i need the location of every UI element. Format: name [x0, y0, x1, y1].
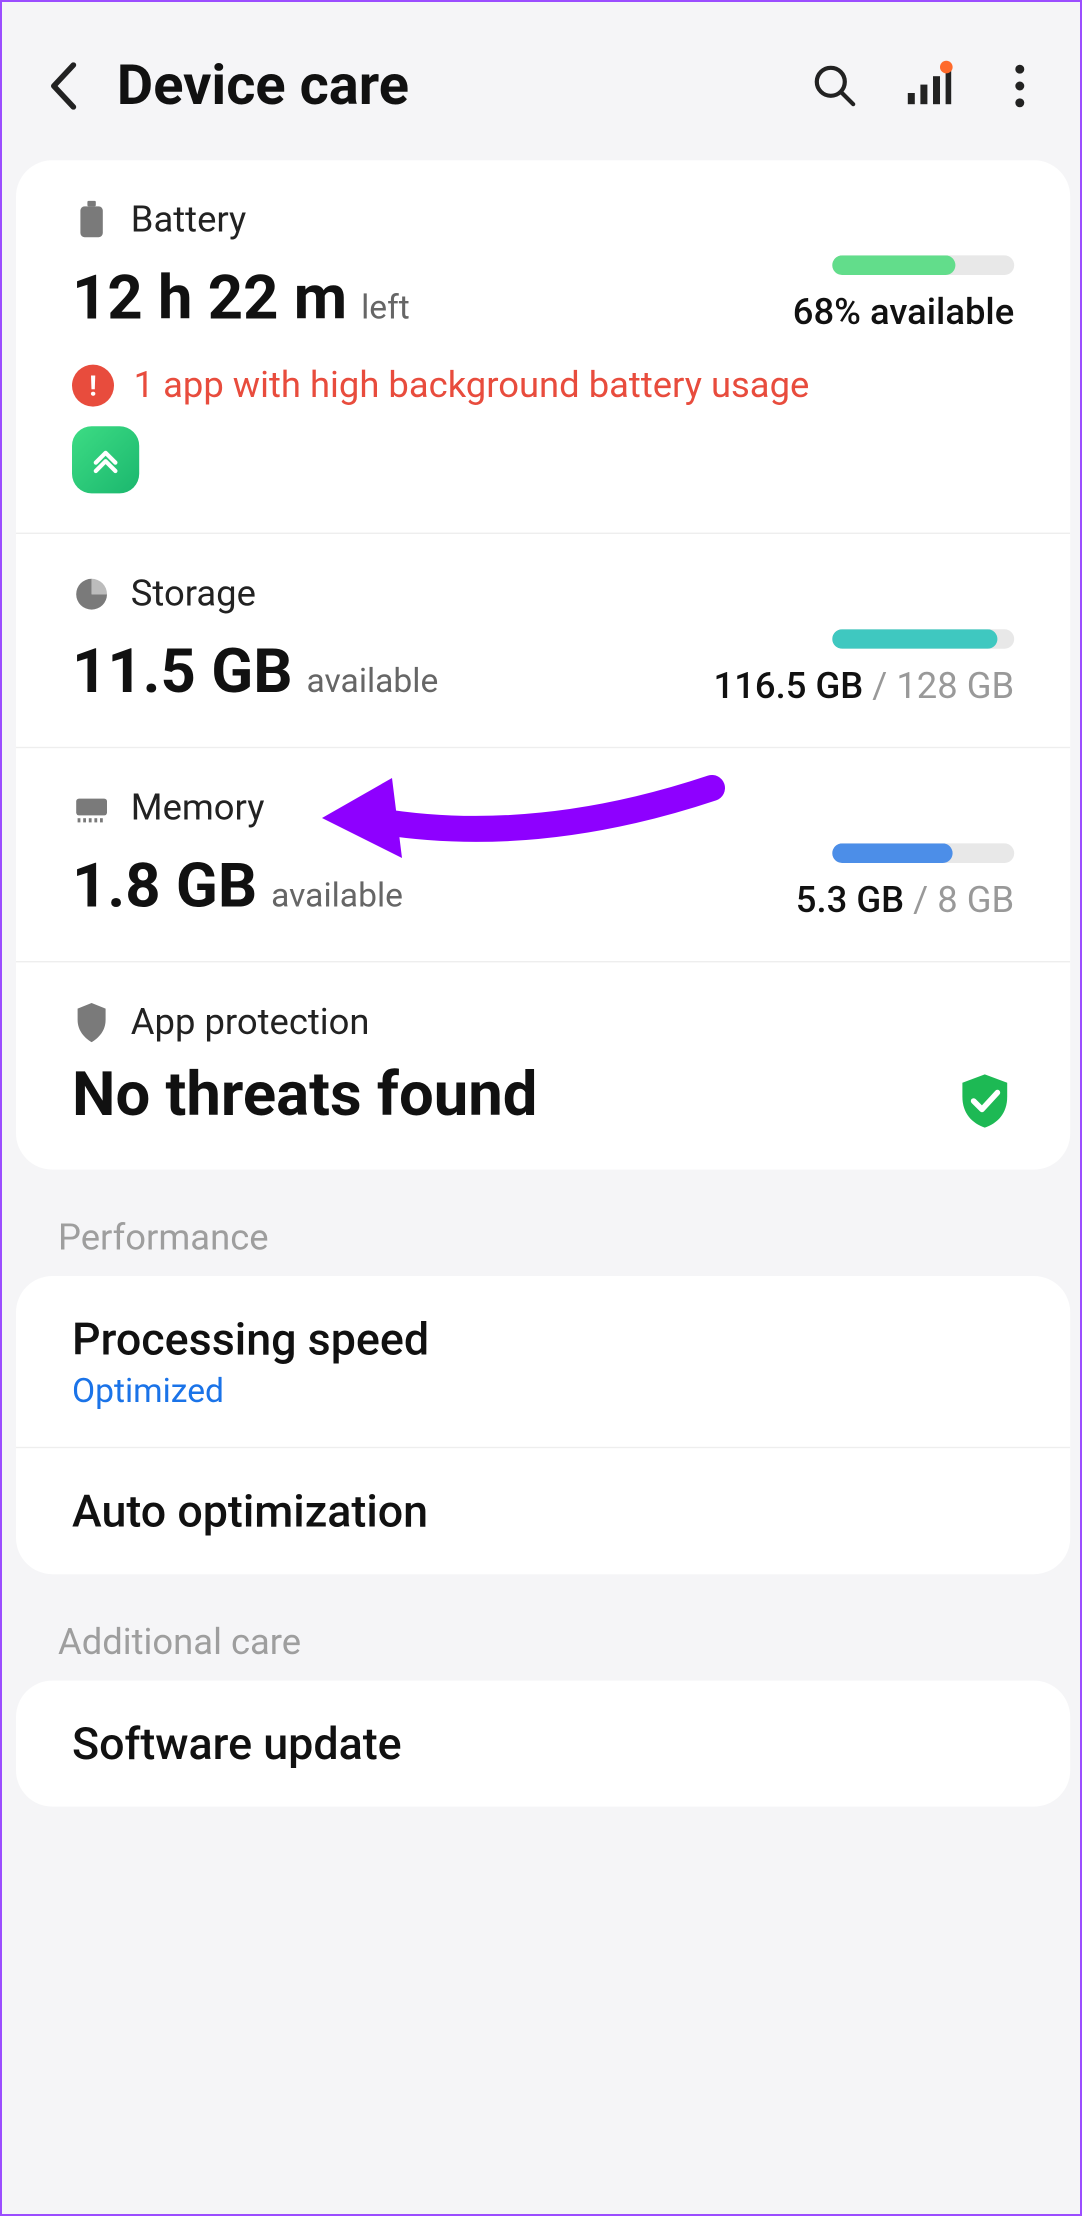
battery-value-block: 12 h 22 m left [72, 261, 410, 334]
auto-optimization-title: Auto optimization [72, 1485, 1014, 1538]
warning-icon: ! [72, 365, 114, 407]
search-icon[interactable] [804, 55, 866, 117]
alert-dot-icon [940, 60, 953, 73]
memory-label: Memory [131, 787, 265, 829]
shield-icon [72, 1003, 111, 1042]
memory-suffix: available [271, 876, 403, 915]
memory-total: / 8 GB [913, 880, 1014, 922]
storage-value-block: 11.5 GB available [72, 635, 438, 708]
page-title: Device care [117, 52, 779, 118]
battery-value: 12 h 22 m [72, 261, 347, 334]
battery-bar [832, 255, 1014, 275]
storage-row[interactable]: Storage 11.5 GB available 116.5 GB / 128… [16, 533, 1070, 747]
performance-card: Processing speed Optimized Auto optimiza… [16, 1276, 1070, 1574]
app-protection-status: No threats found [72, 1058, 537, 1131]
battery-warning-text: 1 app with high background battery usage [134, 365, 810, 407]
device-care-card: Battery 12 h 22 m left 68% available ! 1… [16, 160, 1070, 1169]
processing-speed-row[interactable]: Processing speed Optimized [16, 1276, 1070, 1447]
memory-ratio: 5.3 GB / 8 GB [796, 880, 1014, 922]
battery-available: 68% available [793, 292, 1014, 334]
storage-ratio: 116.5 GB / 128 GB [714, 666, 1015, 708]
storage-used: 116.5 GB [714, 666, 864, 708]
header-actions [804, 55, 1050, 117]
app-protection-row[interactable]: App protection No threats found [16, 961, 1070, 1170]
shield-check-icon [955, 1072, 1014, 1131]
more-icon[interactable] [989, 55, 1051, 117]
software-update-row[interactable]: Software update [16, 1681, 1070, 1807]
battery-icon [72, 201, 111, 240]
signal-icon[interactable] [897, 55, 959, 117]
storage-bar [832, 629, 1014, 649]
app-protection-head: App protection [72, 1002, 1014, 1044]
storage-value: 11.5 GB [72, 635, 293, 708]
memory-value: 1.8 GB [72, 849, 257, 922]
auto-optimization-row[interactable]: Auto optimization [16, 1447, 1070, 1574]
memory-row[interactable]: Memory 1.8 GB available 5.3 GB / 8 GB [16, 747, 1070, 961]
memory-value-block: 1.8 GB available [72, 849, 403, 922]
memory-row-head: Memory [72, 787, 1014, 829]
software-update-title: Software update [72, 1717, 1014, 1770]
performance-section-label: Performance [2, 1170, 1082, 1276]
battery-row-head: Battery [72, 199, 1014, 241]
battery-row[interactable]: Battery 12 h 22 m left 68% available ! 1… [16, 160, 1070, 532]
additional-care-card: Software update [16, 1681, 1070, 1807]
app-protection-label: App protection [131, 1002, 370, 1044]
storage-row-head: Storage [72, 573, 1014, 615]
storage-label: Storage [131, 573, 256, 615]
battery-label: Battery [131, 199, 246, 241]
additional-care-section-label: Additional care [2, 1574, 1082, 1680]
storage-suffix: available [306, 661, 438, 700]
memory-bar [832, 843, 1014, 863]
battery-suffix: left [361, 288, 410, 327]
storage-icon [72, 575, 111, 614]
memory-icon [72, 789, 111, 828]
processing-speed-status: Optimized [72, 1371, 1014, 1410]
header: Device care [2, 2, 1082, 160]
battery-warning[interactable]: ! 1 app with high background battery usa… [72, 365, 1014, 407]
back-button[interactable] [36, 57, 92, 113]
app-badge-icon[interactable] [72, 426, 139, 493]
storage-total: / 128 GB [872, 666, 1014, 708]
memory-used: 5.3 GB [796, 880, 904, 922]
processing-speed-title: Processing speed [72, 1312, 1014, 1365]
